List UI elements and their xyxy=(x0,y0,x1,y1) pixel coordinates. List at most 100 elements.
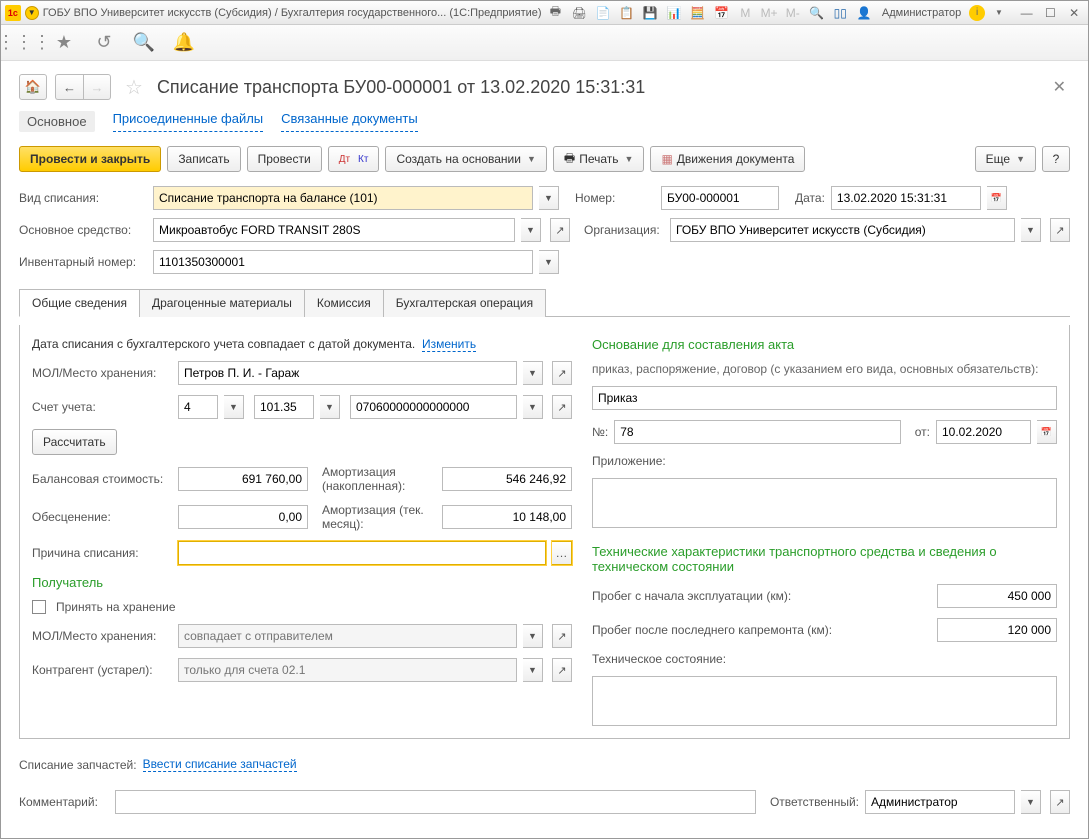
inv-input[interactable] xyxy=(153,250,533,274)
dep-cur-label: Амортизация (тек. месяц): xyxy=(322,503,436,531)
cond-textarea[interactable] xyxy=(592,676,1057,726)
post-close-button[interactable]: Провести и закрыть xyxy=(19,146,161,172)
parts-label: Списание запчастей: xyxy=(19,758,137,772)
create-based-button[interactable]: Создать на основании▼ xyxy=(385,146,546,172)
num-input[interactable] xyxy=(661,186,779,210)
print-button[interactable]: 🖶Печать▼ xyxy=(553,146,645,172)
nav-files[interactable]: Присоединенные файлы xyxy=(113,111,264,132)
ctr-dropdown[interactable]: ▼ xyxy=(523,658,543,682)
parts-link[interactable]: Ввести списание запчастей xyxy=(143,757,297,772)
maximize-icon[interactable]: ☐ xyxy=(1041,4,1061,22)
basis-from-input[interactable] xyxy=(936,420,1031,444)
mol-open-icon[interactable]: ↗ xyxy=(552,361,572,385)
mol2-input[interactable] xyxy=(178,624,517,648)
tab-precious[interactable]: Драгоценные материалы xyxy=(139,289,305,317)
date-picker-icon[interactable]: 📅 xyxy=(987,186,1007,210)
tab-commission[interactable]: Комиссия xyxy=(304,289,384,317)
calc-button[interactable]: Рассчитать xyxy=(32,429,117,455)
keep-checkbox[interactable] xyxy=(32,600,46,614)
print2-icon[interactable]: 🖨 xyxy=(569,4,589,22)
minimize-icon[interactable]: — xyxy=(1017,4,1037,22)
nav-related[interactable]: Связанные документы xyxy=(281,111,418,132)
close-tab-icon[interactable]: ✕ xyxy=(1049,73,1070,101)
bal-input[interactable] xyxy=(178,467,308,491)
inv-dropdown[interactable]: ▼ xyxy=(539,250,559,274)
dep-acc-input[interactable] xyxy=(442,467,572,491)
app-menu-dropdown[interactable]: ▼ xyxy=(25,6,39,20)
basis-date-picker-icon[interactable]: 📅 xyxy=(1037,420,1057,444)
calendar-icon[interactable]: 📅 xyxy=(712,4,732,22)
doc-icon[interactable]: 📄 xyxy=(593,4,613,22)
more-button[interactable]: Еще▼ xyxy=(975,146,1036,172)
excel-icon[interactable]: 📊 xyxy=(664,4,684,22)
reason-input[interactable] xyxy=(178,541,546,565)
resp-open-icon[interactable]: ↗ xyxy=(1050,790,1070,814)
calc-icon[interactable]: 🧮 xyxy=(688,4,708,22)
type-dropdown[interactable]: ▼ xyxy=(539,186,559,210)
change-link[interactable]: Изменить xyxy=(422,337,476,352)
acc1-dropdown[interactable]: ▼ xyxy=(224,395,244,419)
tab-general[interactable]: Общие сведения xyxy=(19,289,140,317)
mol2-open-icon[interactable]: ↗ xyxy=(552,624,572,648)
comment-input[interactable] xyxy=(115,790,756,814)
ctr-input[interactable] xyxy=(178,658,517,682)
acc3-open-icon[interactable]: ↗ xyxy=(552,395,572,419)
acc3-input[interactable] xyxy=(350,395,517,419)
history-icon[interactable]: ↺ xyxy=(93,32,115,54)
basis-doc-input[interactable] xyxy=(592,386,1057,410)
clipboard-icon[interactable]: 📋 xyxy=(617,4,637,22)
resp-dropdown[interactable]: ▼ xyxy=(1021,790,1041,814)
nav-main[interactable]: Основное xyxy=(19,111,95,132)
bell-icon[interactable]: 🔔 xyxy=(173,32,195,54)
close-window-icon[interactable]: ✕ xyxy=(1064,4,1084,22)
favorite-icon[interactable]: ★ xyxy=(53,32,75,54)
star-icon[interactable]: ☆ xyxy=(125,75,143,100)
forward-button[interactable]: → xyxy=(83,74,111,100)
help-button[interactable]: ? xyxy=(1042,146,1070,172)
panels-icon[interactable]: ▯▯ xyxy=(830,4,850,22)
back-button[interactable]: ← xyxy=(55,74,83,100)
org-input[interactable] xyxy=(670,218,1015,242)
tab-accounting[interactable]: Бухгалтерская операция xyxy=(383,289,546,317)
type-input[interactable] xyxy=(153,186,533,210)
search-icon[interactable]: 🔍 xyxy=(133,32,155,54)
info-icon[interactable]: i xyxy=(969,5,985,21)
asset-open-icon[interactable]: ↗ xyxy=(550,218,570,242)
m-plus-icon[interactable]: M+ xyxy=(759,4,779,22)
apps-icon[interactable]: ⋮⋮⋮ xyxy=(13,32,35,54)
dtkt-button[interactable]: ДтКт xyxy=(328,146,380,172)
reason-dots-button[interactable]: … xyxy=(552,541,572,565)
resp-input[interactable] xyxy=(865,790,1015,814)
mil2-input[interactable] xyxy=(937,618,1057,642)
ctr-open-icon[interactable]: ↗ xyxy=(552,658,572,682)
date-input[interactable] xyxy=(831,186,981,210)
m-minus-icon[interactable]: M- xyxy=(783,4,803,22)
info-dd-icon[interactable]: ▼ xyxy=(989,4,1009,22)
user-name: Администратор xyxy=(878,7,965,19)
zoom-icon[interactable]: 🔍 xyxy=(807,4,827,22)
imp-input[interactable] xyxy=(178,505,308,529)
basis-num-input[interactable] xyxy=(614,420,901,444)
save-icon[interactable]: 💾 xyxy=(641,4,661,22)
att-textarea[interactable] xyxy=(592,478,1057,528)
acc1-input[interactable] xyxy=(178,395,218,419)
mol-dropdown[interactable]: ▼ xyxy=(523,361,543,385)
post-button[interactable]: Провести xyxy=(247,146,322,172)
home-button[interactable]: 🏠 xyxy=(19,74,47,100)
mol2-dropdown[interactable]: ▼ xyxy=(523,624,543,648)
acc2-input[interactable] xyxy=(254,395,314,419)
asset-input[interactable] xyxy=(153,218,515,242)
org-dropdown[interactable]: ▼ xyxy=(1021,218,1041,242)
mol-input[interactable] xyxy=(178,361,517,385)
org-open-icon[interactable]: ↗ xyxy=(1050,218,1070,242)
cond-label: Техническое состояние: xyxy=(592,652,1057,666)
movements-button[interactable]: ▦Движения документа xyxy=(650,146,805,172)
acc2-dropdown[interactable]: ▼ xyxy=(320,395,340,419)
dep-cur-input[interactable] xyxy=(442,505,572,529)
m-icon[interactable]: M xyxy=(735,4,755,22)
acc3-dropdown[interactable]: ▼ xyxy=(523,395,543,419)
save-button[interactable]: Записать xyxy=(167,146,240,172)
print-icon[interactable]: 🖶 xyxy=(546,4,566,22)
mil1-input[interactable] xyxy=(937,584,1057,608)
asset-dropdown[interactable]: ▼ xyxy=(521,218,541,242)
